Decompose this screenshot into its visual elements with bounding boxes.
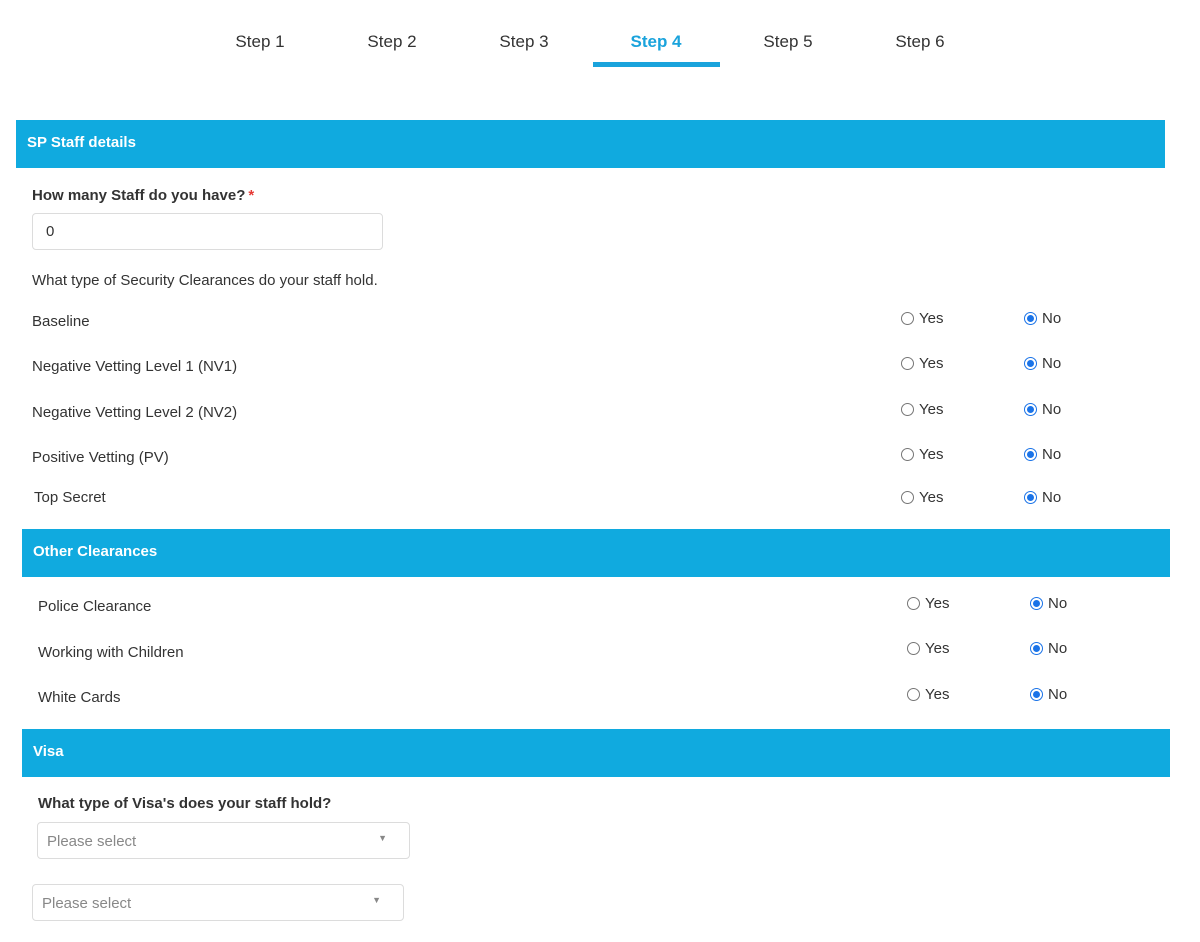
top-secret-yes-radio[interactable]: Yes: [901, 489, 943, 506]
police-yes-radio[interactable]: Yes: [907, 595, 949, 612]
radio-unchecked-icon: [901, 357, 914, 370]
white-cards-yes-radio[interactable]: Yes: [907, 686, 949, 703]
top-secret-no-radio[interactable]: No: [1024, 489, 1061, 506]
radio-checked-icon: [1030, 597, 1043, 610]
select-placeholder: Please select: [47, 833, 137, 850]
radio-checked-icon: [1024, 491, 1037, 504]
visa-question-label: What type of Visa's does your staff hold…: [38, 795, 332, 812]
police-no-radio[interactable]: No: [1030, 595, 1067, 612]
select-placeholder: Please select: [42, 895, 132, 912]
visa-type-select-2[interactable]: Please select ▼: [32, 884, 404, 921]
radio-checked-icon: [1024, 403, 1037, 416]
nv2-no-radio[interactable]: No: [1024, 401, 1061, 418]
staff-count-label: How many Staff do you have? *: [32, 187, 255, 204]
clearance-label-white-cards: White Cards: [38, 689, 121, 706]
radio-unchecked-icon: [907, 642, 920, 655]
active-step-indicator: [593, 62, 720, 67]
radio-checked-icon: [1024, 448, 1037, 461]
caret-down-icon: ▼: [378, 833, 387, 843]
working-with-children-no-radio[interactable]: No: [1030, 640, 1067, 657]
clearance-label-baseline: Baseline: [32, 313, 90, 330]
step-5-tab[interactable]: Step 5: [724, 32, 852, 52]
clearance-label-nv2: Negative Vetting Level 2 (NV2): [32, 404, 238, 421]
radio-unchecked-icon: [907, 688, 920, 701]
other-clearances-header: Other Clearances: [22, 529, 1170, 577]
radio-unchecked-icon: [901, 403, 914, 416]
pv-yes-radio[interactable]: Yes: [901, 446, 943, 463]
radio-unchecked-icon: [901, 448, 914, 461]
stepper: Step 1 Step 2 Step 3 Step 4 Step 5 Step …: [0, 0, 1200, 80]
staff-count-input[interactable]: [32, 213, 383, 250]
clearance-label-pv: Positive Vetting (PV): [32, 449, 169, 466]
clearance-label-police: Police Clearance: [38, 598, 152, 615]
white-cards-no-radio[interactable]: No: [1030, 686, 1067, 703]
radio-checked-icon: [1024, 357, 1037, 370]
step-2-tab[interactable]: Step 2: [328, 32, 456, 52]
baseline-yes-radio[interactable]: Yes: [901, 310, 943, 327]
sp-staff-details-header: SP Staff details: [16, 120, 1165, 168]
clearance-question: What type of Security Clearances do your…: [32, 272, 378, 289]
radio-unchecked-icon: [901, 312, 914, 325]
clearance-label-top-secret: Top Secret: [34, 489, 106, 506]
clearance-label-working-with-children: Working with Children: [38, 644, 184, 661]
radio-checked-icon: [1024, 312, 1037, 325]
step-6-tab[interactable]: Step 6: [856, 32, 984, 52]
radio-unchecked-icon: [901, 491, 914, 504]
required-mark: *: [248, 187, 255, 204]
baseline-no-radio[interactable]: No: [1024, 310, 1061, 327]
visa-type-select-1[interactable]: Please select ▼: [37, 822, 410, 859]
nv2-yes-radio[interactable]: Yes: [901, 401, 943, 418]
working-with-children-yes-radio[interactable]: Yes: [907, 640, 949, 657]
clearance-label-nv1: Negative Vetting Level 1 (NV1): [32, 358, 238, 375]
nv1-yes-radio[interactable]: Yes: [901, 355, 943, 372]
radio-unchecked-icon: [907, 597, 920, 610]
step-4-tab[interactable]: Step 4: [592, 32, 720, 52]
step-1-tab[interactable]: Step 1: [196, 32, 324, 52]
nv1-no-radio[interactable]: No: [1024, 355, 1061, 372]
visa-header: Visa: [22, 729, 1170, 777]
radio-checked-icon: [1030, 688, 1043, 701]
pv-no-radio[interactable]: No: [1024, 446, 1061, 463]
radio-checked-icon: [1030, 642, 1043, 655]
caret-down-icon: ▼: [372, 895, 381, 905]
step-3-tab[interactable]: Step 3: [460, 32, 588, 52]
